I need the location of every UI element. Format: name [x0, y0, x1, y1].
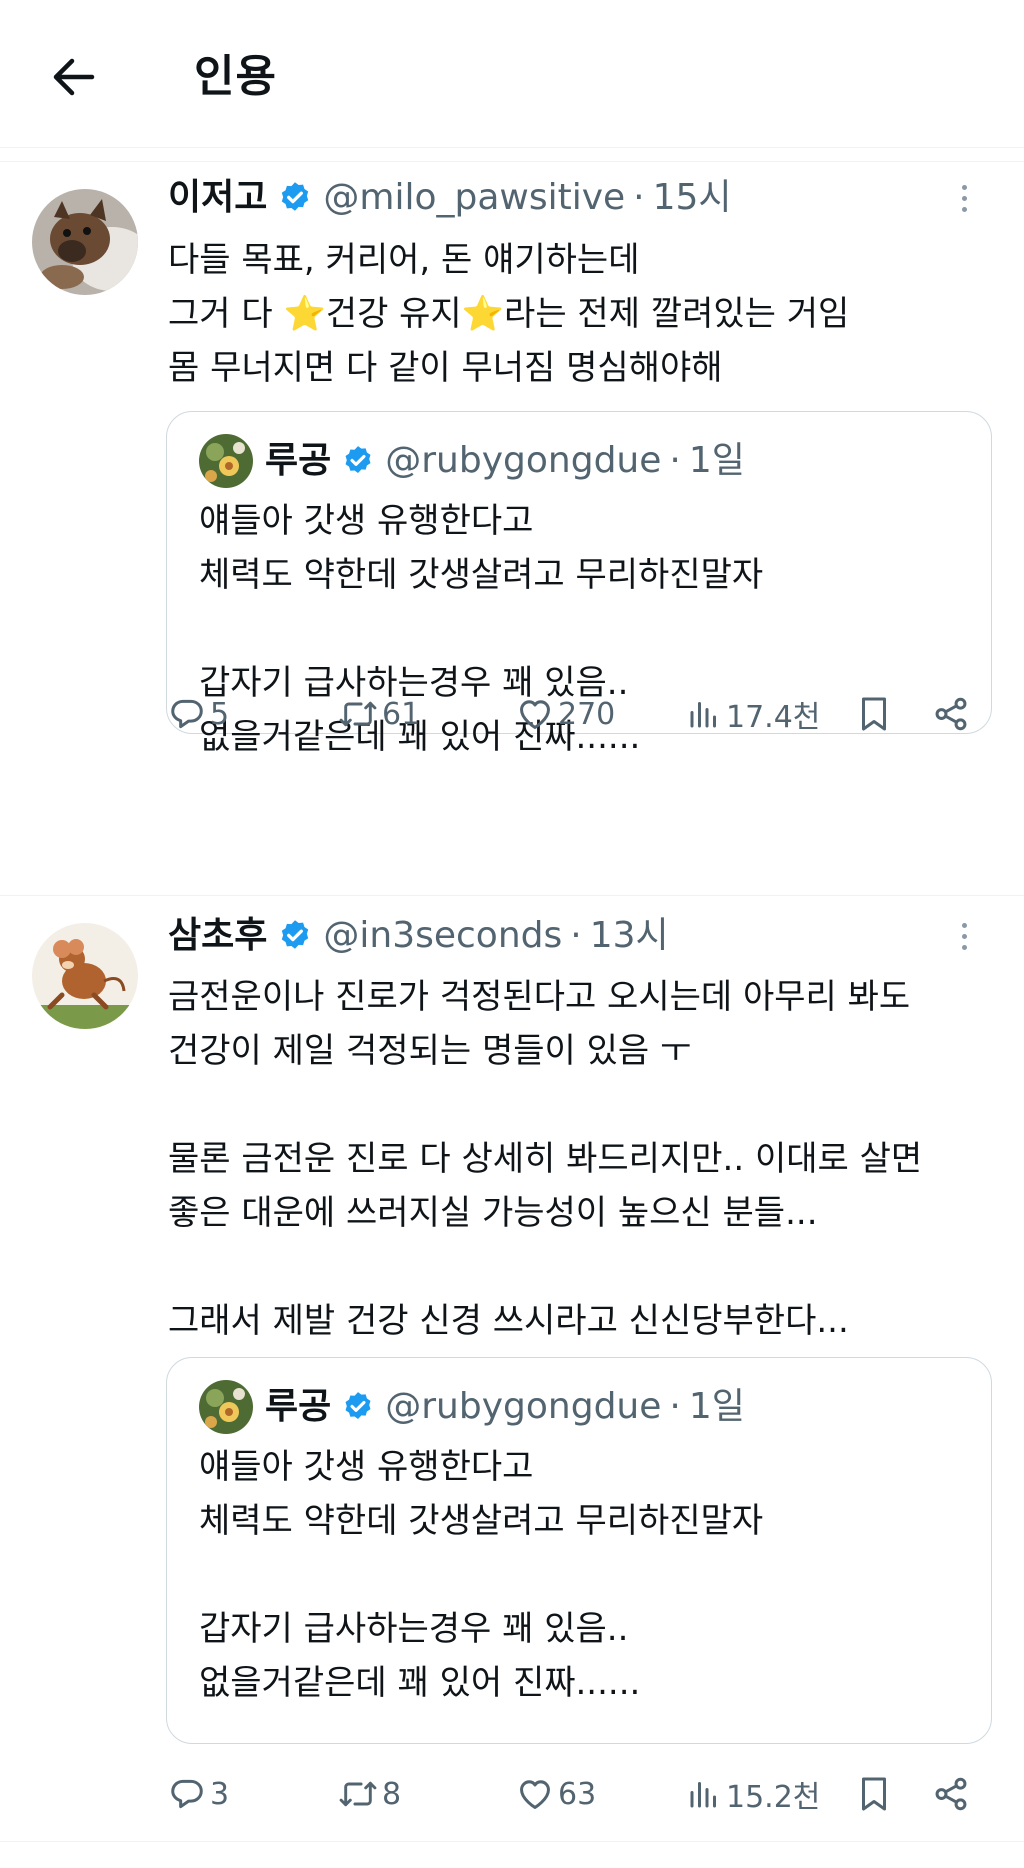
author-handle[interactable]: @in3seconds [323, 912, 562, 960]
heart-icon [520, 700, 550, 729]
quote-author-name: 루공 [265, 440, 332, 481]
share-button[interactable] [932, 1769, 970, 1819]
tweet-actions: 3 8 63 15.2천 [168, 1769, 988, 1819]
view-count: 17.4천 [726, 700, 821, 735]
author-name[interactable]: 이저고 [168, 174, 267, 222]
tweet-header: 이저고 @milo_pawsitive · 15시 [168, 174, 732, 222]
avatar[interactable] [32, 189, 138, 295]
divider [0, 148, 1024, 162]
quote-avatar [199, 434, 253, 488]
repost-button[interactable]: 8 [338, 1769, 401, 1819]
author-handle[interactable]: @milo_pawsitive [323, 174, 625, 222]
heart-icon [520, 1780, 550, 1809]
reply-count: 5 [210, 696, 230, 732]
avatar[interactable] [32, 923, 138, 1029]
tweet[interactable]: 이저고 @milo_pawsitive · 15시 다들 목표, 커리어, 돈 … [0, 163, 1024, 896]
like-button[interactable]: 270 [516, 689, 615, 739]
separator-dot: · [669, 440, 681, 481]
bookmark-icon [862, 1777, 886, 1811]
like-count: 63 [558, 1776, 597, 1812]
verified-badge-icon [345, 1392, 371, 1420]
share-icon [935, 697, 967, 731]
repost-button[interactable]: 61 [338, 689, 420, 739]
separator-dot: · [633, 177, 645, 218]
more-options-icon[interactable] [948, 912, 980, 960]
back-button[interactable] [44, 48, 102, 106]
quote-timestamp: 1일 [688, 1386, 745, 1427]
timestamp[interactable]: 15시 [653, 174, 732, 222]
dog-avatar-image [32, 189, 138, 295]
tweet[interactable]: 삼초후 @in3seconds · 13시 금전운이나 진로가 걱정된다고 오시… [0, 897, 1024, 1842]
bookmark-icon [862, 697, 886, 731]
top-bar: 인용 [0, 0, 1024, 148]
reply-icon [171, 699, 203, 729]
views-button[interactable]: 17.4천 [686, 689, 820, 739]
quote-text: 얘들아 갓생 유행한다고 체력도 약한데 갓생살려고 무리하진말자 갑자기 급사… [199, 1447, 764, 1703]
views-chart-icon [690, 702, 716, 728]
more-options-icon[interactable] [948, 174, 980, 222]
share-button[interactable] [932, 689, 970, 739]
tweet-text: 다들 목표, 커리어, 돈 얘기하는데 그거 다 ⭐건강 유지⭐라는 전제 깔려… [168, 240, 850, 388]
flower-avatar-image [199, 1380, 253, 1434]
page-title: 인용 [194, 51, 277, 102]
tweet-actions: 5 61 270 17.4천 [168, 689, 988, 739]
timestamp[interactable]: 13시 [590, 912, 669, 960]
quote-author-handle: @rubygongdue [385, 1386, 662, 1427]
quoted-tweet[interactable]: 루공 @rubygongdue · 1일 얘들아 갓생 유행한다고 체력도 약한… [166, 1357, 992, 1744]
tweet-text: 금전운이나 진로가 걱정된다고 오시는데 아무리 봐도 건강이 제일 걱정되는 … [168, 977, 923, 1341]
repost-icon [339, 1781, 377, 1807]
separator-dot: · [570, 915, 582, 956]
views-button[interactable]: 15.2천 [686, 1769, 820, 1819]
quote-timestamp: 1일 [688, 440, 745, 481]
bookmark-button[interactable] [856, 1769, 892, 1819]
reply-count: 3 [210, 1776, 230, 1812]
like-button[interactable]: 63 [516, 1769, 596, 1819]
author-name[interactable]: 삼초후 [168, 912, 267, 960]
quote-header: 루공 @rubygongdue · 1일 [265, 1384, 745, 1430]
reply-button[interactable]: 5 [168, 689, 229, 739]
verified-badge-icon [345, 446, 371, 474]
views-chart-icon [690, 1782, 716, 1808]
bookmark-button[interactable] [856, 689, 892, 739]
view-count: 15.2천 [726, 1780, 821, 1815]
repost-icon [339, 701, 377, 727]
quoted-tweet[interactable]: 루공 @rubygongdue · 1일 얘들아 갓생 유행한다고 체력도 약한… [166, 411, 992, 757]
verified-badge-icon [282, 920, 309, 949]
repost-count: 61 [382, 696, 421, 732]
arrow-left-icon [53, 58, 95, 96]
reply-button[interactable]: 3 [168, 1769, 229, 1819]
like-count: 270 [558, 696, 616, 732]
reply-icon [171, 1779, 203, 1809]
quote-author-name: 루공 [265, 1386, 332, 1427]
separator-dot: · [669, 1386, 681, 1427]
verified-badge-icon [282, 182, 309, 211]
quote-author-handle: @rubygongdue [385, 440, 662, 481]
share-icon [935, 1777, 967, 1811]
quote-avatar [199, 1380, 253, 1434]
repost-count: 8 [382, 1776, 402, 1812]
quote-header: 루공 @rubygongdue · 1일 [265, 438, 745, 484]
mouse-avatar-image [32, 923, 138, 1029]
flower-avatar-image [199, 434, 253, 488]
tweet-header: 삼초후 @in3seconds · 13시 [168, 912, 669, 960]
